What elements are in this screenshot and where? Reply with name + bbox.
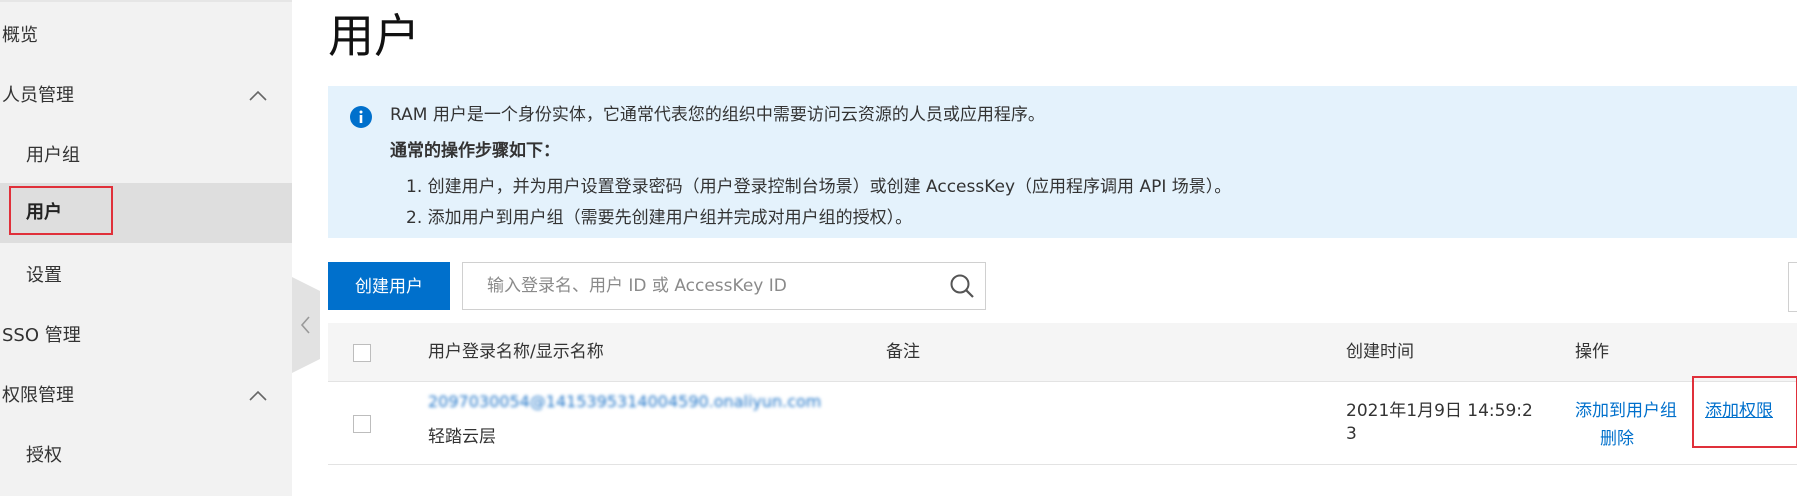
info-banner: RAM 用户是一个身份实体，它通常代表您的组织中需要访问云资源的人员或应用程序。…: [328, 86, 1797, 238]
page-title: 用户: [328, 9, 420, 63]
search-box: [462, 262, 986, 310]
column-header-actions: 操作: [1575, 342, 1609, 362]
table-row: 2097030054@1415395314004590.onaliyun.com…: [328, 382, 1797, 465]
sidebar-item-label: 用户: [26, 202, 62, 223]
search-input[interactable]: [463, 263, 923, 309]
column-header-note: 备注: [886, 342, 920, 362]
sidebar-item-label: 用户组: [26, 145, 80, 166]
sidebar-item-users[interactable]: 用户: [0, 183, 292, 243]
user-display-name: 轻踏云层: [428, 427, 496, 447]
created-time-line2: 3: [1346, 424, 1357, 444]
sidebar-item-authorization[interactable]: 授权: [0, 426, 292, 486]
toolbar-refresh-button[interactable]: [1788, 262, 1797, 312]
user-login-name-link[interactable]: 2097030054@1415395314004590.onaliyun.com: [428, 392, 821, 411]
row-checkbox[interactable]: [353, 415, 371, 433]
column-header-login-name: 用户登录名称/显示名称: [428, 342, 604, 362]
info-steps-heading: 通常的操作步骤如下：: [390, 141, 560, 161]
sidebar-item-label: 权限管理: [2, 385, 74, 406]
sidebar-item-overview[interactable]: 概览: [0, 6, 292, 66]
add-to-group-link[interactable]: 添加到用户组: [1575, 396, 1677, 421]
column-header-created-time: 创建时间: [1346, 342, 1414, 362]
info-description: RAM 用户是一个身份实体，它通常代表您的组织中需要访问云资源的人员或应用程序。: [390, 105, 1045, 125]
chevron-up-icon: [249, 390, 267, 401]
sidebar-collapse-toggle[interactable]: [292, 277, 320, 373]
info-icon: [350, 106, 372, 128]
chevron-up-icon: [249, 90, 267, 101]
create-user-button[interactable]: 创建用户: [328, 262, 450, 310]
search-icon[interactable]: [949, 273, 975, 299]
sidebar-item-label: 人员管理: [2, 85, 74, 106]
created-time-line1: 2021年1月9日 14:59:2: [1346, 401, 1533, 421]
sidebar-item-user-groups[interactable]: 用户组: [0, 126, 292, 186]
sidebar-top-divider: [0, 0, 292, 2]
sidebar-item-label: 授权: [26, 445, 62, 466]
add-permission-link[interactable]: 添加权限: [1705, 396, 1773, 421]
select-all-checkbox[interactable]: [353, 344, 371, 362]
info-step-1: 1. 创建用户，并为用户设置登录密码（用户登录控制台场景）或创建 AccessK…: [406, 177, 1232, 197]
sidebar-item-sso-management[interactable]: SSO 管理: [0, 306, 292, 366]
delete-link[interactable]: 删除: [1600, 424, 1634, 449]
sidebar-item-people-management[interactable]: 人员管理: [0, 66, 292, 126]
info-step-2: 2. 添加用户到用户组（需要先创建用户组并完成对用户组的授权）。: [406, 208, 913, 228]
sidebar: 概览 人员管理 用户组 用户 设置 SSO 管理 权限管理 授权: [0, 0, 292, 496]
sidebar-item-label: SSO 管理: [2, 325, 81, 346]
sidebar-item-label: 设置: [26, 265, 62, 286]
table-header: 用户登录名称/显示名称 备注 创建时间 操作: [328, 323, 1797, 382]
users-table: 用户登录名称/显示名称 备注 创建时间 操作 2097030054@141539…: [328, 323, 1797, 465]
sidebar-item-label: 概览: [2, 25, 38, 46]
sidebar-item-permission-management[interactable]: 权限管理: [0, 366, 292, 426]
sidebar-item-settings[interactable]: 设置: [0, 246, 292, 306]
